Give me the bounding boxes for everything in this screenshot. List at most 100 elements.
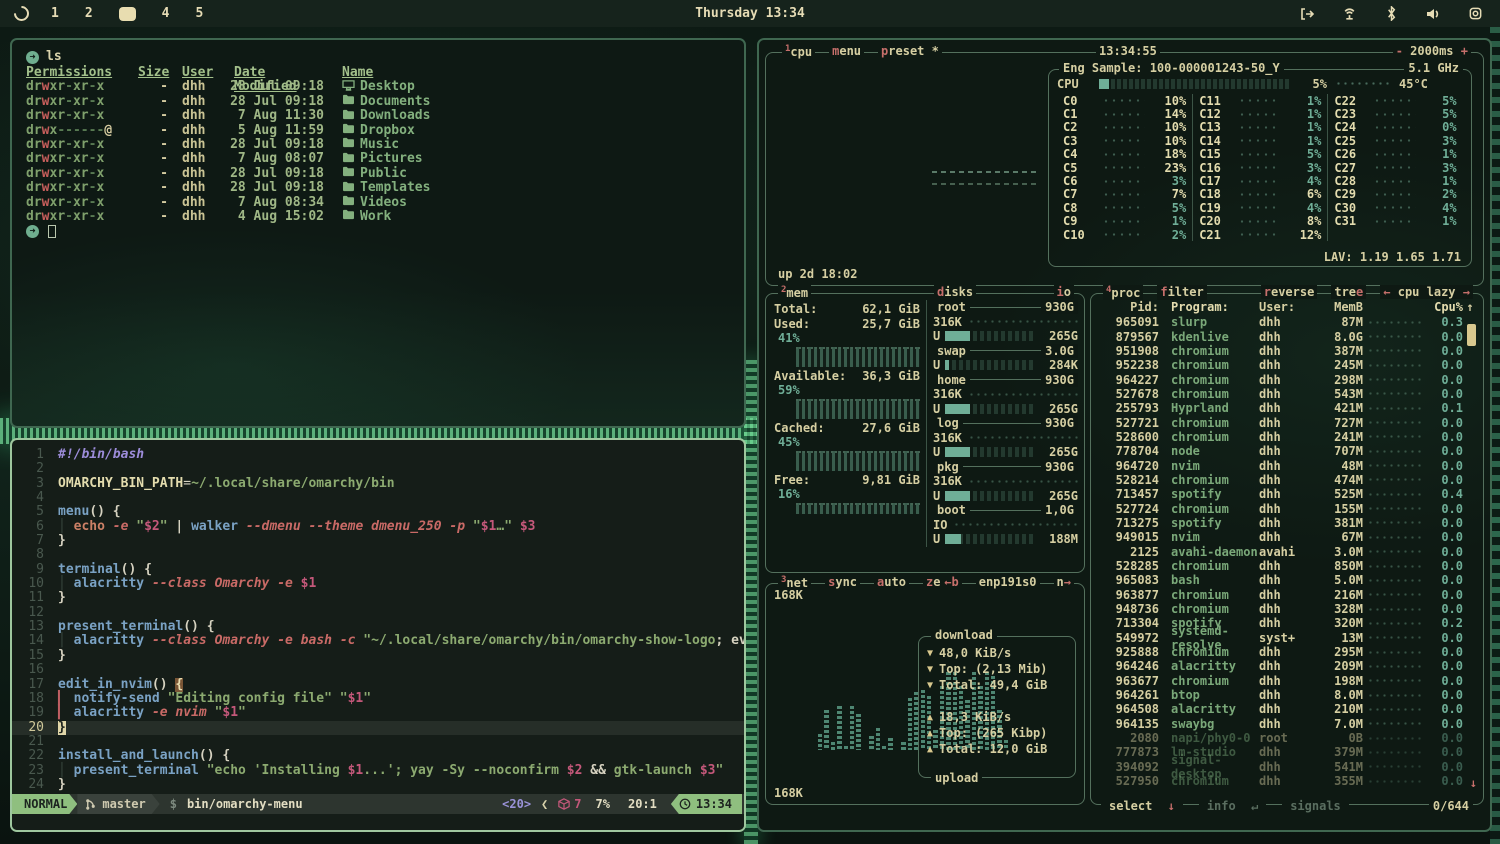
process-row[interactable]: 527721chromiumdhh727M0.0	[1099, 415, 1477, 429]
process-row[interactable]: 964227chromiumdhh298M0.0	[1099, 372, 1477, 386]
process-row[interactable]: 527678chromiumdhh543M0.0	[1099, 387, 1477, 401]
interval-control[interactable]: - 2000ms +	[1393, 44, 1471, 58]
scroll-down-arrow[interactable]: ↓	[1470, 776, 1477, 790]
disk-io-row: 316K	[933, 387, 1078, 402]
process-row[interactable]: 549972systemd-resolvesyst+13M0.0	[1099, 631, 1477, 645]
iface-prev-button[interactable]: ←b	[941, 575, 961, 589]
process-row[interactable]: 777873lm-studiodhh379M0.0	[1099, 745, 1477, 759]
file-owner: dhh	[168, 138, 214, 152]
process-memory: 541M	[1315, 760, 1363, 774]
process-row[interactable]: 528214chromiumdhh474M0.0	[1099, 473, 1477, 487]
process-row[interactable]: 528285chromiumdhh850M0.0	[1099, 559, 1477, 573]
network-icon[interactable]	[1340, 5, 1358, 23]
process-row[interactable]: 713457spotifydhh525M0.4	[1099, 487, 1477, 501]
disk-usage-row: U265G	[933, 402, 1078, 417]
signals-button[interactable]: signals	[1282, 799, 1349, 813]
file-row: drwxr-xr-x-dhh28 Jul 09:18Desktop	[26, 80, 744, 94]
process-row[interactable]: 925888chromiumdhh295M0.0	[1099, 645, 1477, 659]
statusline-clock: 13:34	[671, 794, 742, 814]
reverse-button[interactable]: reverse	[1261, 285, 1318, 299]
iface-name: enp191s0	[976, 575, 1040, 589]
process-row[interactable]: 963677chromiumdhh198M0.0	[1099, 674, 1477, 688]
editor-line: 16	[12, 663, 744, 677]
process-row[interactable]: 2125avahi-daemonavahi3.0M0.0	[1099, 545, 1477, 559]
menu-button[interactable]: menu	[829, 44, 864, 59]
workspace-4[interactable]: 4	[162, 6, 170, 21]
process-row[interactable]: 879567kdenlivedhh8.0G0.0	[1099, 329, 1477, 343]
info-button[interactable]: info ↵	[1199, 799, 1266, 813]
process-pid: 952238	[1099, 358, 1159, 372]
auto-button[interactable]: auto	[874, 575, 909, 590]
iface-next-button[interactable]: n→	[1054, 575, 1074, 589]
process-user: dhh	[1259, 702, 1315, 716]
mem-stat-label: Free:	[774, 473, 810, 488]
terminal-prompt[interactable]: ➜	[26, 224, 744, 239]
proc-scrollbar-thumb[interactable]	[1467, 324, 1476, 346]
process-row[interactable]: 527950chromiumdhh355M0.0	[1099, 774, 1477, 788]
line-number: 3	[12, 477, 58, 491]
process-row[interactable]: 528600chromiumdhh241M0.0	[1099, 430, 1477, 444]
process-name: chromium	[1159, 674, 1259, 688]
process-row[interactable]: 2080napi/phy0-0root0B0.0	[1099, 731, 1477, 745]
terminal-cursor	[48, 225, 56, 238]
process-row[interactable]: 964261btopdhh8.0M0.0	[1099, 688, 1477, 702]
process-cpu: 0.0	[1429, 416, 1463, 430]
preset-button[interactable]: preset *	[878, 44, 942, 59]
download-speed: 48,0 KiB/s	[939, 646, 1011, 660]
process-row[interactable]: 948736chromiumdhh328M0.0	[1099, 602, 1477, 616]
io-toggle[interactable]: io	[1054, 285, 1074, 299]
process-row[interactable]: 527724chromiumdhh155M0.0	[1099, 501, 1477, 515]
volume-icon[interactable]	[1424, 5, 1442, 23]
core-percent: 7%	[1150, 187, 1186, 201]
process-user: dhh	[1259, 401, 1315, 415]
process-row[interactable]: 952238chromiumdhh245M0.0	[1099, 358, 1477, 372]
process-row[interactable]: 964246alacrittydhh209M0.0	[1099, 659, 1477, 673]
workspace-5[interactable]: 5	[195, 6, 203, 21]
process-row[interactable]: 964508alacrittydhh210M0.0	[1099, 702, 1477, 716]
sort-selector[interactable]: ← cpu lazy →	[1380, 285, 1473, 299]
workspace-1[interactable]: 1	[51, 6, 59, 21]
line-number: 14	[12, 634, 58, 648]
editor-buffer[interactable]: 1#!/bin/bash23OMARCHY_BIN_PATH=~/.local/…	[12, 448, 744, 792]
file-owner: dhh	[168, 181, 214, 195]
disk-size: 930G	[1041, 416, 1078, 430]
process-row[interactable]: 713304spotifydhh320M0.2	[1099, 616, 1477, 630]
process-row[interactable]: 964135swaybgdhh7.0M0.0	[1099, 717, 1477, 731]
process-cpu: 0.0	[1429, 358, 1463, 372]
logout-icon[interactable]	[1298, 5, 1316, 23]
select-button[interactable]: select ↓	[1101, 799, 1183, 813]
cpu-total-pct: 5%	[1297, 77, 1327, 91]
process-name: Hyprland	[1159, 401, 1259, 415]
process-row[interactable]: 965083bashdhh5.0M0.0	[1099, 573, 1477, 587]
disks-panel-title[interactable]: disks	[934, 285, 976, 299]
system-settings-icon[interactable]	[1466, 5, 1484, 23]
tree-button[interactable]: tree	[1331, 285, 1366, 299]
process-row[interactable]: 394092signal-desktopdhh541M0.0	[1099, 760, 1477, 774]
sync-button[interactable]: sync	[825, 575, 860, 590]
process-row[interactable]: 951908chromiumdhh387M0.0	[1099, 344, 1477, 358]
editor-statusline: NORMAL master $ bin/omarchy-menu <20> ❮ …	[12, 794, 744, 814]
workspace-2[interactable]: 2	[85, 6, 93, 21]
process-row[interactable]: 778704nodedhh707M0.0	[1099, 444, 1477, 458]
terminal-window: ➜ ls PermissionsSizeUserDate ModifiedNam…	[10, 38, 746, 428]
process-row[interactable]: 255793Hyprlanddhh421M0.1	[1099, 401, 1477, 415]
omarchy-logo-icon[interactable]	[11, 3, 32, 24]
process-row[interactable]: 949015nvimdhh67M0.0	[1099, 530, 1477, 544]
process-user: dhh	[1259, 588, 1315, 602]
clock-icon	[679, 798, 691, 810]
bluetooth-icon[interactable]	[1382, 5, 1400, 23]
mem-panel-title[interactable]: 2mem	[778, 285, 811, 300]
process-row[interactable]: 965091slurpdhh87M0.3	[1099, 315, 1477, 329]
cpu-panel-title[interactable]: 1cpu	[782, 44, 815, 59]
process-row[interactable]: 964720nvimdhh48M0.0	[1099, 458, 1477, 472]
workspace-active[interactable]	[119, 7, 136, 21]
proc-panel-title[interactable]: 4proc	[1103, 285, 1143, 300]
system-tray	[1298, 5, 1500, 23]
filter-button[interactable]: filter	[1157, 285, 1206, 300]
core-graph	[1238, 126, 1280, 129]
process-row[interactable]: 713275spotifydhh381M0.0	[1099, 516, 1477, 530]
process-row[interactable]: 963877chromiumdhh216M0.0	[1099, 588, 1477, 602]
line-number: 2	[12, 462, 58, 476]
core-percent: 8%	[1285, 214, 1321, 228]
disk-usage-row: U265G	[933, 445, 1078, 460]
